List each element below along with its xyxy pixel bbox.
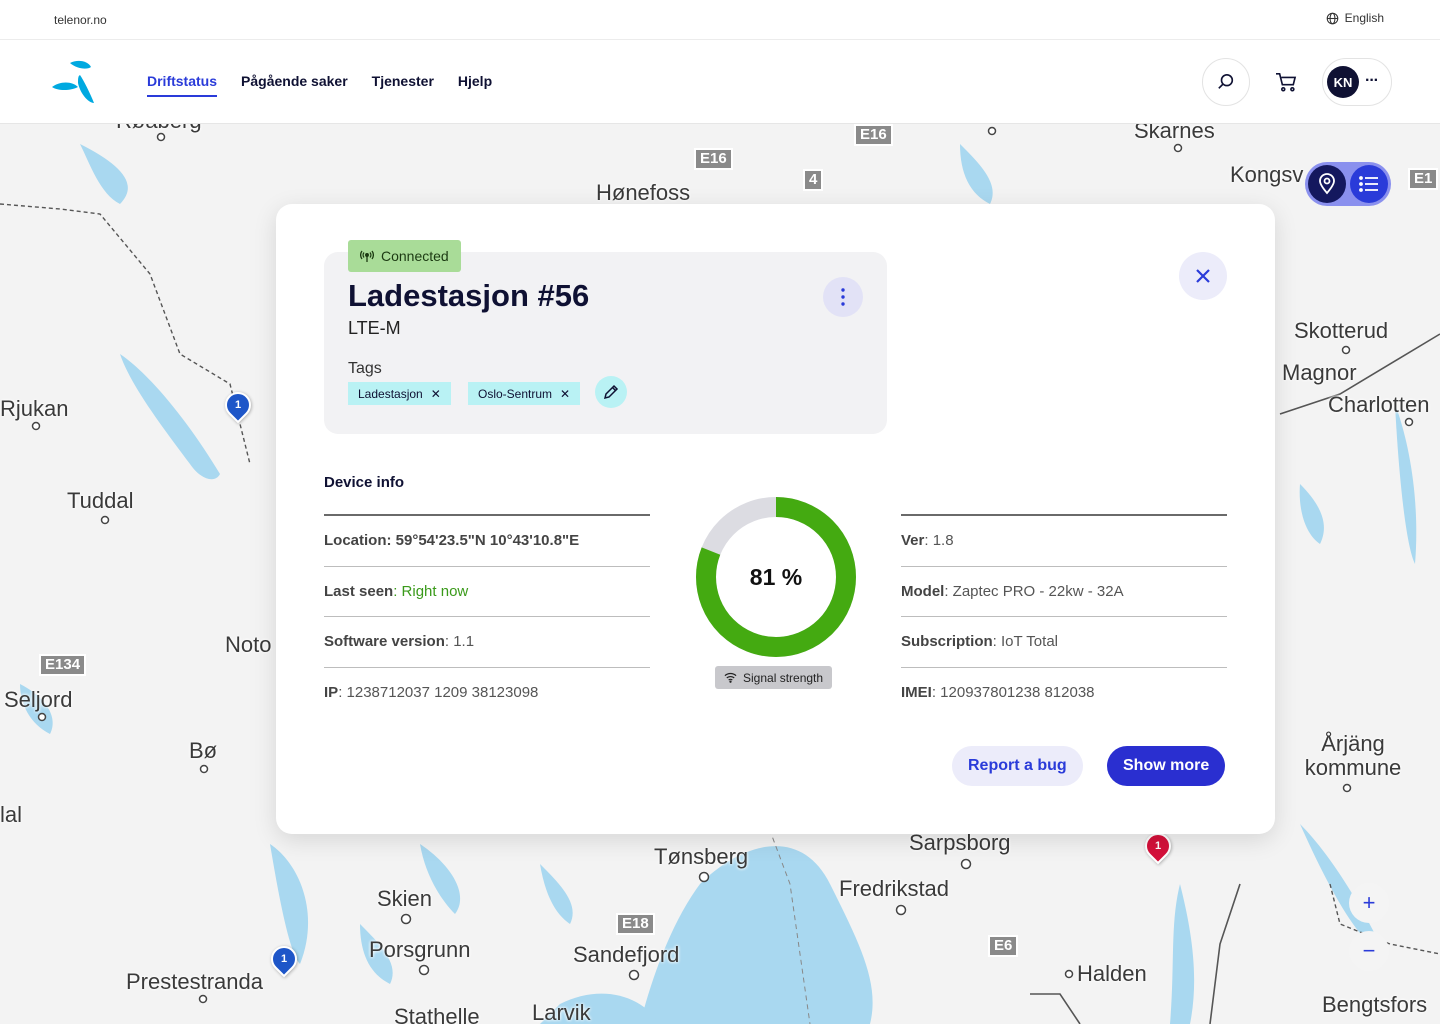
status-badge: Connected	[348, 240, 461, 272]
location-pin-icon	[1319, 173, 1335, 195]
road-shield: E6	[988, 935, 1019, 957]
device-info-right: Ver: 1.8 Model: Zaptec PRO - 22kw - 32A …	[901, 514, 1227, 718]
signal-value: 81 %	[749, 563, 803, 590]
tag-label: Oslo-Sentrum	[478, 386, 553, 401]
place-label: Skarnes	[1134, 124, 1215, 143]
map-view-button[interactable]	[1308, 165, 1346, 203]
main-nav: Driftstatus Pågående saker Tjenester Hje…	[0, 40, 1440, 124]
list-icon	[1359, 176, 1378, 192]
place-label: Charlotten	[1328, 392, 1430, 417]
cart-icon	[1276, 73, 1297, 92]
language-label: English	[1344, 11, 1384, 25]
road-shield: E16	[854, 124, 893, 146]
device-title: Ladestasjon #56	[348, 278, 590, 313]
nav-links: Driftstatus Pågående saker Tjenester Hje…	[147, 73, 492, 97]
device-subtitle: LTE-M	[348, 318, 401, 338]
signal-caption-label: Signal strength	[743, 670, 824, 685]
place-label: Bø	[189, 738, 218, 763]
road-shield: E16	[694, 148, 733, 170]
more-dots-icon: ···	[1365, 72, 1379, 89]
place-label: Halden	[1077, 961, 1147, 986]
show-more-button[interactable]: Show more	[1107, 746, 1226, 786]
tags-label: Tags	[348, 360, 382, 377]
info-row-imei: IMEI: 120937801238 812038	[901, 684, 1095, 702]
place-label: Skien	[377, 886, 433, 911]
place-label: lal	[0, 802, 23, 827]
edit-tags-button[interactable]	[595, 376, 627, 408]
place-label: Prestestranda	[126, 969, 263, 994]
cart-button[interactable]	[1262, 58, 1310, 106]
pencil-icon	[603, 384, 619, 400]
antenna-icon	[360, 250, 374, 262]
place-label: Skotterud	[1294, 318, 1389, 343]
info-row-ip: IP: 1238712037 1209 38123098	[324, 684, 539, 702]
zoom-in-button[interactable]: +	[1349, 883, 1389, 923]
site-link[interactable]: telenor.no	[54, 13, 107, 27]
place-label: Tønsberg	[654, 844, 749, 869]
more-options-button[interactable]	[823, 277, 863, 317]
info-row-software: Software version: 1.1	[324, 617, 650, 668]
place-label: Sandefjord	[573, 942, 680, 967]
user-menu[interactable]: KN ···	[1322, 58, 1392, 106]
place-label: Tuddal	[67, 488, 134, 513]
search-button[interactable]	[1202, 58, 1250, 106]
remove-tag-icon[interactable]: ✕	[431, 387, 441, 401]
close-button[interactable]	[1179, 252, 1227, 300]
nav-tjenester[interactable]: Tjenester	[372, 73, 434, 97]
tag-label: Ladestasjon	[358, 386, 423, 401]
language-selector[interactable]: English	[1326, 11, 1384, 25]
place-label: Kongsv	[1230, 162, 1304, 187]
road-shield: E1	[1408, 168, 1439, 190]
utility-bar: telenor.no English	[0, 0, 1440, 40]
place-label: Rjukan	[0, 396, 69, 421]
place-label: Røaberg	[116, 124, 202, 134]
road-shield: E134	[39, 654, 87, 676]
device-header-card: Connected Ladestasjon #56 LTE-M Tags Lad…	[324, 240, 887, 434]
road-shield: E18	[616, 913, 655, 935]
signal-caption: Signal strength	[715, 666, 833, 689]
wifi-icon	[724, 672, 737, 683]
report-bug-button[interactable]: Report a bug	[952, 746, 1083, 786]
view-toggle	[1305, 162, 1391, 206]
place-label: Magnor	[1282, 360, 1357, 385]
nav-pagaende-saker[interactable]: Pågående saker	[241, 73, 348, 97]
close-icon	[1196, 269, 1210, 283]
place-label: Porsgrunn	[369, 937, 471, 962]
place-label: Bengtsfors	[1322, 992, 1428, 1017]
device-modal: Connected Ladestasjon #56 LTE-M Tags Lad…	[276, 204, 1275, 834]
place-label: Fredrikstad	[839, 876, 950, 901]
remove-tag-icon[interactable]: ✕	[560, 387, 570, 401]
place-label: Seljord	[4, 687, 73, 712]
place-label: Stathelle	[394, 1004, 480, 1024]
list-view-button[interactable]	[1350, 165, 1388, 203]
telenor-logo[interactable]	[50, 57, 102, 107]
zoom-out-button[interactable]: −	[1349, 931, 1389, 971]
nav-driftstatus[interactable]: Driftstatus	[147, 73, 218, 97]
status-label: Connected	[381, 248, 449, 264]
info-row-ver: Ver: 1.8	[901, 516, 1227, 567]
device-info-left: Location: 59°54'23.5"N 10°43'10.8"E Last…	[324, 514, 650, 718]
tag-chip: Oslo-Sentrum ✕	[468, 382, 581, 405]
place-label: Årjäng kommune	[1304, 731, 1402, 780]
search-icon	[1218, 73, 1234, 89]
info-row-location: Location: 59°54'23.5"N 10°43'10.8"E	[324, 516, 650, 567]
vertical-dots-icon	[841, 288, 845, 306]
place-label: Larvik	[532, 1000, 591, 1024]
info-row-subscription: Subscription: IoT Total	[901, 617, 1227, 668]
device-info-title: Device info	[324, 474, 405, 491]
nav-hjelp[interactable]: Hjelp	[458, 73, 492, 97]
info-row-last-seen: Last seen: Right now	[324, 567, 650, 617]
place-label: Noto	[225, 632, 272, 657]
globe-icon	[1326, 12, 1338, 24]
avatar: KN	[1327, 66, 1359, 98]
place-label: Hønefoss	[596, 180, 691, 205]
info-row-model: Model: Zaptec PRO - 22kw - 32A	[901, 567, 1227, 617]
road-shield: 4	[803, 169, 824, 191]
tag-chip: Ladestasjon ✕	[348, 382, 451, 405]
